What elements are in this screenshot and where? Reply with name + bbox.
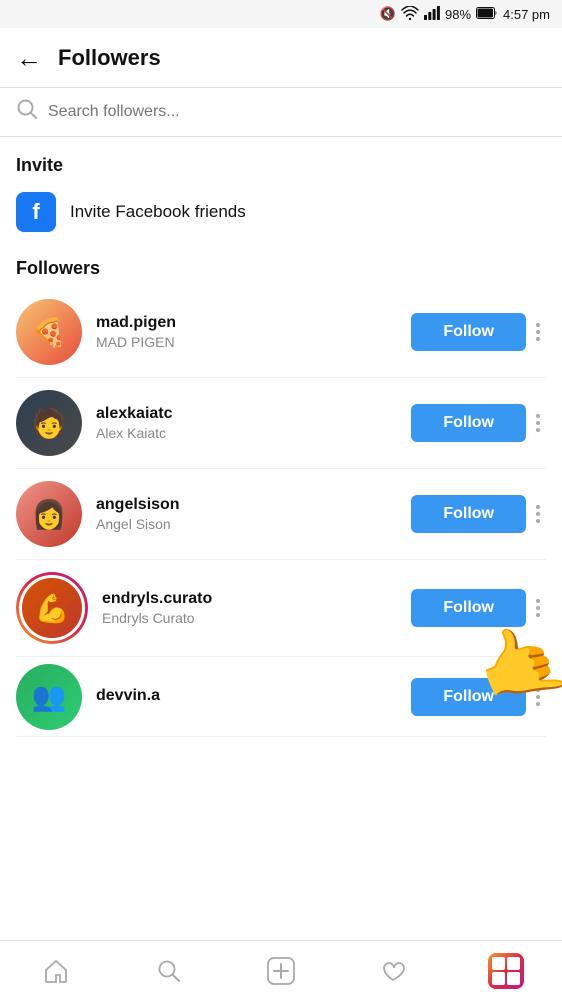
username: mad.pigen [96, 314, 401, 332]
more-options-button[interactable] [530, 599, 546, 617]
invite-facebook-label: Invite Facebook friends [70, 202, 246, 222]
username: angelsison [96, 496, 401, 514]
profile-colorful-icon [488, 953, 524, 989]
search-icon [16, 98, 38, 126]
follower-item: 🍕 mad.pigen MAD PIGEN Follow [16, 287, 546, 378]
nav-home[interactable] [28, 941, 84, 1000]
nav-add[interactable] [253, 941, 309, 1000]
followers-section: Followers 🍕 mad.pigen MAD PIGEN Follow 🧑… [0, 242, 562, 737]
follow-button[interactable]: Follow [411, 404, 526, 442]
display-name: MAD PIGEN [96, 334, 401, 350]
search-bar [0, 88, 562, 137]
time: 4:57 pm [503, 7, 550, 22]
more-options-button[interactable] [530, 688, 546, 706]
dot-icon [536, 505, 540, 509]
follow-button[interactable]: Follow [411, 678, 526, 716]
dot-icon [536, 688, 540, 692]
user-info: endryls.curato Endryls Curato [102, 590, 401, 626]
invite-title: Invite [16, 155, 546, 176]
dot-icon [536, 606, 540, 610]
dot-icon [536, 421, 540, 425]
wifi-icon [401, 6, 419, 23]
avatar: 🍕 [16, 299, 82, 365]
header: ← Followers [0, 28, 562, 88]
dot-icon [536, 414, 540, 418]
avatar: 👥 [16, 664, 82, 730]
follower-item: 🧑 alexkaiatc Alex Kaiatc Follow [16, 378, 546, 469]
follow-button[interactable]: Follow [411, 313, 526, 351]
dot-icon [536, 599, 540, 603]
dot-icon [536, 330, 540, 334]
follower-item: 👩 angelsison Angel Sison Follow [16, 469, 546, 560]
signal-icon [424, 6, 440, 23]
nav-search[interactable] [141, 941, 197, 1000]
dot-icon [536, 428, 540, 432]
follower-item: 💪 endryls.curato Endryls Curato Follow 🤙 [16, 560, 546, 657]
avatar: 👩 [16, 481, 82, 547]
user-info: alexkaiatc Alex Kaiatc [96, 405, 401, 441]
username: devvin.a [96, 687, 401, 705]
follow-button[interactable]: Follow [411, 589, 526, 627]
dot-icon [536, 702, 540, 706]
facebook-icon: f [16, 192, 56, 232]
username: alexkaiatc [96, 405, 401, 423]
avatar: 💪 [19, 575, 85, 641]
dot-icon [536, 323, 540, 327]
display-name: Alex Kaiatc [96, 425, 401, 441]
display-name: Angel Sison [96, 516, 401, 532]
page-title: Followers [58, 45, 161, 71]
more-options-button[interactable] [530, 414, 546, 432]
invite-section: Invite f Invite Facebook friends [0, 137, 562, 242]
user-info: mad.pigen MAD PIGEN [96, 314, 401, 350]
status-bar: 🔇 98% [0, 0, 562, 28]
dot-icon [536, 519, 540, 523]
user-info: devvin.a [96, 687, 401, 707]
more-options-button[interactable] [530, 323, 546, 341]
nav-profile[interactable] [478, 941, 534, 1000]
battery-text: 98% [445, 7, 471, 22]
avatar: 🧑 [16, 390, 82, 456]
followers-section-title: Followers [16, 258, 546, 279]
battery-icon [476, 7, 498, 22]
follower-item: 👥 devvin.a Follow [16, 657, 546, 737]
mute-icon: 🔇 [380, 6, 396, 22]
display-name: Endryls Curato [102, 610, 401, 626]
invite-facebook-button[interactable]: f Invite Facebook friends [16, 192, 546, 232]
username: endryls.curato [102, 590, 401, 608]
dot-icon [536, 337, 540, 341]
dot-icon [536, 695, 540, 699]
back-button[interactable]: ← [16, 45, 42, 71]
user-info: angelsison Angel Sison [96, 496, 401, 532]
dot-icon [536, 613, 540, 617]
dot-icon [536, 512, 540, 516]
nav-heart[interactable] [365, 941, 421, 1000]
follow-button[interactable]: Follow [411, 495, 526, 533]
status-icons: 🔇 98% [380, 6, 550, 23]
more-options-button[interactable] [530, 505, 546, 523]
search-input[interactable] [48, 103, 546, 121]
bottom-nav [0, 940, 562, 1000]
